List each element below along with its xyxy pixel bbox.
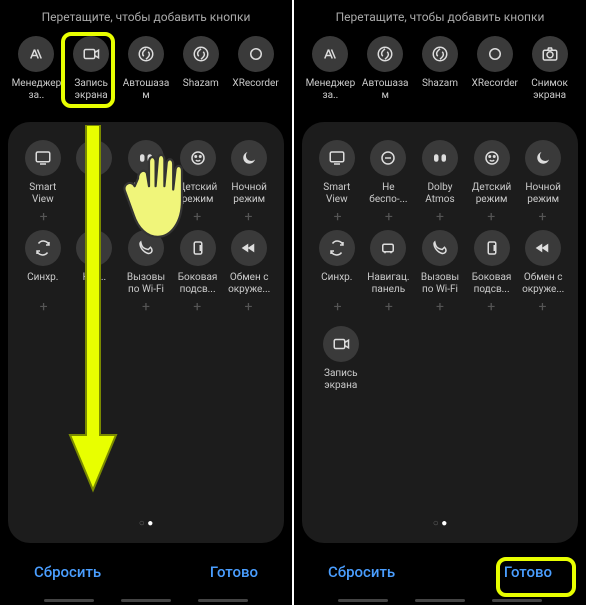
android-nav-bar[interactable] <box>0 599 292 605</box>
wificall-icon <box>128 230 164 266</box>
tile-screenshot[interactable]: Снимок экрана <box>523 36 576 102</box>
phone-right: Перетащите, чтобы добавить кнопки Менедж… <box>294 0 588 605</box>
tile-dolby[interactable]: Dolby Atmos <box>121 140 171 206</box>
dolby-icon <box>128 140 164 176</box>
shazam-icon <box>183 36 219 72</box>
tile-smartview[interactable]: Smart View <box>18 140 68 206</box>
dolby-icon <box>422 140 458 176</box>
drop-slots-1[interactable]: +++++ <box>308 210 572 224</box>
tile-dnd[interactable]: 6.. <box>70 140 120 194</box>
reset-button[interactable]: Сбросить <box>22 557 113 587</box>
dnd-icon <box>370 140 406 176</box>
panel-row-2: Синхр. Навигац. панель Вызовы по Wi-Fi Б… <box>308 230 572 296</box>
nav-icon <box>76 230 112 266</box>
circle-icon <box>238 36 274 72</box>
tile-edge[interactable]: Боковая подсв... <box>173 230 223 296</box>
bottom-bar: Сбросить Готово <box>0 543 292 605</box>
edge-icon <box>180 230 216 266</box>
done-button[interactable]: Готово <box>492 557 564 587</box>
tile-sync[interactable]: Синхр. <box>18 230 68 284</box>
phone-left: Перетащите, чтобы добавить кнопки Менедж… <box>0 0 294 605</box>
tile-xrecorder[interactable]: XRecorder <box>229 36 282 90</box>
cast-icon <box>319 140 355 176</box>
screen-record-icon <box>73 36 109 72</box>
done-button[interactable]: Готово <box>198 557 270 587</box>
panel-row-3: Запись экрана <box>308 326 572 392</box>
tile-shazam[interactable]: Shazam <box>414 36 467 90</box>
drop-slots-2[interactable]: +++++ <box>308 300 572 314</box>
page-indicator[interactable]: ○ ● <box>308 510 572 533</box>
drop-slots-2[interactable]: +++++ <box>14 300 278 314</box>
tile-kids[interactable]: Детский режим <box>467 140 517 206</box>
tile-wificall[interactable]: Вызовы по Wi-Fi <box>121 230 171 296</box>
cast-icon <box>25 140 61 176</box>
tile-night[interactable]: Ночной режим <box>518 140 568 206</box>
tile-autoshazam[interactable]: Автошазам <box>120 36 173 102</box>
shazam-icon <box>422 36 458 72</box>
tile-smartview[interactable]: Smart View <box>312 140 362 206</box>
moon-icon <box>231 140 267 176</box>
tile-nav[interactable]: Навигац. панель <box>364 230 414 296</box>
edge-icon <box>474 230 510 266</box>
tile-night[interactable]: Ночной режим <box>224 140 274 206</box>
sync-icon <box>25 230 61 266</box>
manager-icon <box>312 36 348 72</box>
sync-icon <box>319 230 355 266</box>
panel-row-2: Синхр. Нав.. Вызовы по Wi-Fi Боковая под… <box>14 230 278 296</box>
child-icon <box>180 140 216 176</box>
wificall-icon <box>422 230 458 266</box>
available-tiles-row: Менеджер за.. Автошазам Shazam XRecorder… <box>294 36 586 102</box>
tile-share[interactable]: Обмен с окруже... <box>518 230 568 296</box>
reset-button[interactable]: Сбросить <box>316 557 407 587</box>
panel-row-1: Smart View Не беспо-... Dolby Atmos Детс… <box>308 140 572 206</box>
page-indicator[interactable]: ○ ● <box>14 510 278 533</box>
panel-row-1: Smart View 6.. Dolby Atmos Детский режим… <box>14 140 278 206</box>
quick-panel: Smart View 6.. Dolby Atmos Детский режим… <box>8 122 284 543</box>
tile-shazam[interactable]: Shazam <box>174 36 227 90</box>
tile-manager[interactable]: Менеджер за.. <box>304 36 357 102</box>
available-tiles-row: Менеджер за.. Запись экрана Автошазам Sh… <box>0 36 292 102</box>
android-nav-bar[interactable] <box>294 599 586 605</box>
circle-icon <box>477 36 513 72</box>
child-icon <box>474 140 510 176</box>
tile-edge[interactable]: Боковая подсв... <box>467 230 517 296</box>
dnd-icon <box>76 140 112 176</box>
tile-manager[interactable]: Менеджер за.. <box>10 36 63 102</box>
tile-nav[interactable]: Нав.. <box>70 230 120 284</box>
tile-dolby[interactable]: Dolby Atmos <box>415 140 465 206</box>
tile-sync[interactable]: Синхр. <box>312 230 362 284</box>
share-icon <box>231 230 267 266</box>
tile-screen-record[interactable]: Запись экрана <box>65 36 118 102</box>
tile-share[interactable]: Обмен с окруже... <box>224 230 274 296</box>
tile-autoshazam[interactable]: Автошазам <box>359 36 412 102</box>
drop-slots-1[interactable]: +++++ <box>14 210 278 224</box>
tile-wificall[interactable]: Вызовы по Wi-Fi <box>415 230 465 296</box>
tile-dnd[interactable]: Не беспо-... <box>364 140 414 206</box>
drag-hint: Перетащите, чтобы добавить кнопки <box>0 0 292 36</box>
tile-screen-record[interactable]: Запись экрана <box>316 326 366 392</box>
shazam-icon <box>128 36 164 72</box>
tile-xrecorder[interactable]: XRecorder <box>468 36 521 90</box>
share-icon <box>525 230 561 266</box>
quick-panel: Smart View Не беспо-... Dolby Atmos Детс… <box>302 122 578 543</box>
moon-icon <box>525 140 561 176</box>
camera-icon <box>532 36 568 72</box>
nav-icon <box>370 230 406 266</box>
tile-kids[interactable]: Детский режим <box>173 140 223 206</box>
manager-icon <box>18 36 54 72</box>
bottom-bar: Сбросить Готово <box>294 543 586 605</box>
drag-hint: Перетащите, чтобы добавить кнопки <box>294 0 586 36</box>
shazam-icon <box>367 36 403 72</box>
screen-record-icon <box>323 326 359 362</box>
